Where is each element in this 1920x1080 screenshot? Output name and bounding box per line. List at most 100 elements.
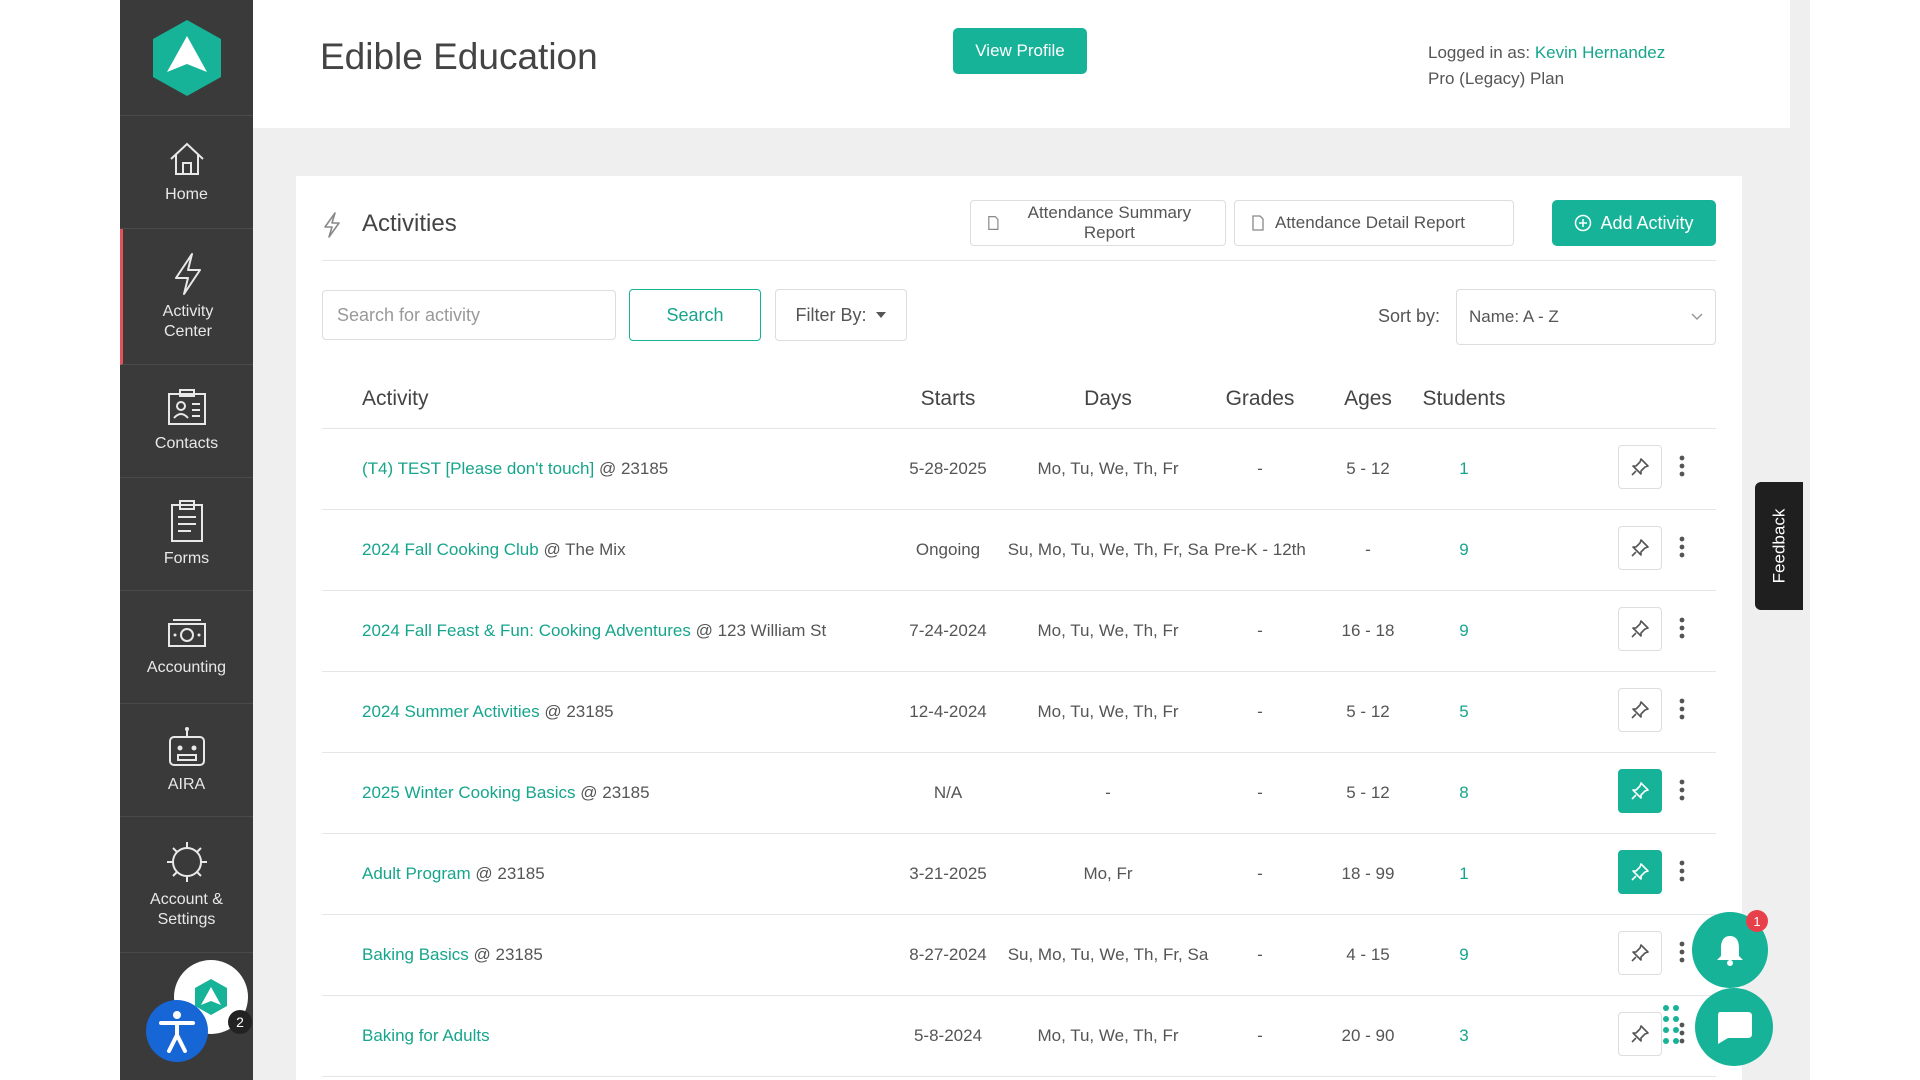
sidebar-item-forms[interactable]: Forms	[120, 478, 253, 591]
clipboard-icon	[170, 500, 203, 542]
activity-name-link[interactable]: Adult Program	[362, 864, 471, 883]
chat-button[interactable]	[1695, 988, 1773, 1066]
widget-badge: 2	[228, 1010, 252, 1034]
activity-name-link[interactable]: 2024 Summer Activities	[362, 702, 540, 721]
activity-name-link[interactable]: Baking for Adults	[362, 1026, 490, 1045]
filter-by-dropdown[interactable]: Filter By:	[775, 289, 907, 341]
days-cell: -	[1105, 783, 1111, 802]
more-options-icon[interactable]	[1679, 860, 1685, 882]
column-header-days[interactable]: Days	[1084, 387, 1132, 411]
students-count-link[interactable]: 9	[1459, 621, 1468, 641]
sort-select[interactable]: Name: A - Z	[1456, 289, 1716, 345]
column-header-ages[interactable]: Ages	[1344, 387, 1392, 411]
robot-icon	[168, 727, 205, 766]
attendance-detail-report-button[interactable]: Attendance Detail Report	[1234, 200, 1514, 246]
more-options-icon[interactable]	[1679, 617, 1685, 639]
search-button[interactable]: Search	[629, 289, 761, 341]
logo-icon	[152, 19, 221, 96]
search-input[interactable]	[322, 290, 616, 340]
table-row: Adult Program @ 23185 3-21-2025 Mo, Fr -…	[322, 834, 1716, 915]
students-count-link[interactable]: 9	[1459, 945, 1468, 965]
starts-cell: N/A	[933, 783, 963, 802]
activity-name-link[interactable]: 2024 Fall Feast & Fun: Cooking Adventure…	[362, 621, 691, 640]
app-frame: Home Activity Center Contacts Forms Acco…	[120, 0, 1810, 1080]
students-count-link[interactable]: 1	[1459, 459, 1468, 479]
sidebar-item-label: Accounting	[146, 659, 227, 676]
starts-cell: 5-8-2024	[913, 1026, 983, 1045]
logo[interactable]	[120, 0, 253, 116]
pin-toggle-button[interactable]	[1618, 445, 1662, 489]
drag-handle-icon[interactable]	[1662, 1004, 1680, 1048]
activity-cell: 2024 Summer Activities @ 23185	[362, 702, 614, 722]
starts-cell: 7-24-2024	[909, 621, 987, 640]
students-count-link[interactable]: 9	[1459, 540, 1468, 560]
pin-toggle-button[interactable]	[1618, 769, 1662, 813]
activity-cell: Baking for Adults	[362, 1026, 490, 1046]
more-options-icon[interactable]	[1679, 941, 1685, 963]
sidebar-item-activity-center[interactable]: Activity Center	[120, 229, 253, 365]
caret-down-icon	[875, 312, 886, 318]
starts-cell: Ongoing	[915, 540, 981, 559]
pin-toggle-button[interactable]	[1618, 688, 1662, 732]
column-header-grades[interactable]: Grades	[1226, 387, 1295, 411]
activity-name-link[interactable]: (T4) TEST [Please don't touch]	[362, 459, 594, 478]
grades-cell: -	[1257, 945, 1263, 964]
days-cell: Mo, Tu, We, Th, Fr	[1037, 702, 1179, 721]
activity-name-link[interactable]: 2025 Winter Cooking Basics	[362, 783, 576, 802]
pin-toggle-button[interactable]	[1618, 526, 1662, 570]
activity-cell: 2024 Fall Feast & Fun: Cooking Adventure…	[362, 621, 826, 641]
user-name-link[interactable]: Kevin Hernandez	[1535, 43, 1665, 62]
home-icon	[169, 142, 204, 175]
students-count-link[interactable]: 8	[1459, 783, 1468, 803]
column-header-activity[interactable]: Activity	[362, 387, 429, 411]
activities-table: Activity Starts Days Grades Ages Student…	[322, 373, 1716, 1077]
more-options-icon[interactable]	[1679, 698, 1685, 720]
sidebar-item-aira[interactable]: AIRA	[120, 704, 253, 817]
sidebar-item-accounting[interactable]: Accounting	[120, 591, 253, 704]
activity-location: @ 123 William St	[695, 621, 827, 640]
students-count-link[interactable]: 3	[1459, 1026, 1468, 1046]
more-options-icon[interactable]	[1679, 536, 1685, 558]
table-row: 2024 Fall Feast & Fun: Cooking Adventure…	[322, 591, 1716, 672]
notification-count-badge: 1	[1746, 910, 1768, 932]
table-row: 2024 Fall Cooking Club @ The Mix Ongoing…	[322, 510, 1716, 591]
pin-toggle-button[interactable]	[1618, 607, 1662, 651]
days-cell: Mo, Tu, We, Th, Fr	[1037, 1026, 1179, 1045]
pin-icon	[1631, 863, 1649, 881]
grades-cell: -	[1257, 621, 1263, 640]
accessibility-button[interactable]	[146, 1000, 208, 1062]
column-header-students[interactable]: Students	[1423, 387, 1506, 411]
sidebar-item-label: Home	[165, 186, 208, 203]
accessibility-icon	[159, 1011, 195, 1053]
sidebar-item-label: AIRA	[167, 776, 206, 793]
feedback-tab[interactable]: Feedback	[1755, 482, 1803, 610]
days-cell: Mo, Tu, We, Th, Fr	[1037, 621, 1179, 640]
ages-cell: 5 - 12	[1346, 702, 1390, 721]
sidebar-item-home[interactable]: Home	[120, 116, 253, 229]
sidebar-item-contacts[interactable]: Contacts	[120, 365, 253, 478]
activity-name-link[interactable]: 2024 Fall Cooking Club	[362, 540, 539, 559]
pin-toggle-button[interactable]	[1618, 931, 1662, 975]
pin-toggle-button[interactable]	[1618, 850, 1662, 894]
chat-icon	[1718, 1012, 1752, 1044]
add-activity-button[interactable]: Add Activity	[1552, 200, 1716, 246]
sidebar: Home Activity Center Contacts Forms Acco…	[120, 0, 253, 1080]
attendance-summary-report-button[interactable]: Attendance Summary Report	[970, 200, 1226, 246]
more-options-icon[interactable]	[1679, 779, 1685, 801]
students-count-link[interactable]: 1	[1459, 864, 1468, 884]
bell-icon	[1717, 936, 1743, 966]
pin-toggle-button[interactable]	[1618, 1012, 1662, 1056]
column-header-starts[interactable]: Starts	[921, 387, 976, 411]
activity-location: @ 23185	[598, 459, 669, 478]
more-options-icon[interactable]	[1679, 455, 1685, 477]
grades-cell: -	[1257, 1026, 1263, 1045]
table-row: (T4) TEST [Please don't touch] @ 23185 5…	[322, 429, 1716, 510]
students-count-link[interactable]: 5	[1459, 702, 1468, 722]
sidebar-item-account-settings[interactable]: Account & Settings	[120, 817, 253, 953]
ages-cell: 4 - 15	[1346, 945, 1390, 964]
chevron-down-icon	[1691, 313, 1703, 321]
bolt-icon	[324, 212, 340, 238]
grades-cell: -	[1257, 864, 1263, 883]
activity-name-link[interactable]: Baking Basics	[362, 945, 469, 964]
view-profile-button[interactable]: View Profile	[953, 28, 1087, 74]
